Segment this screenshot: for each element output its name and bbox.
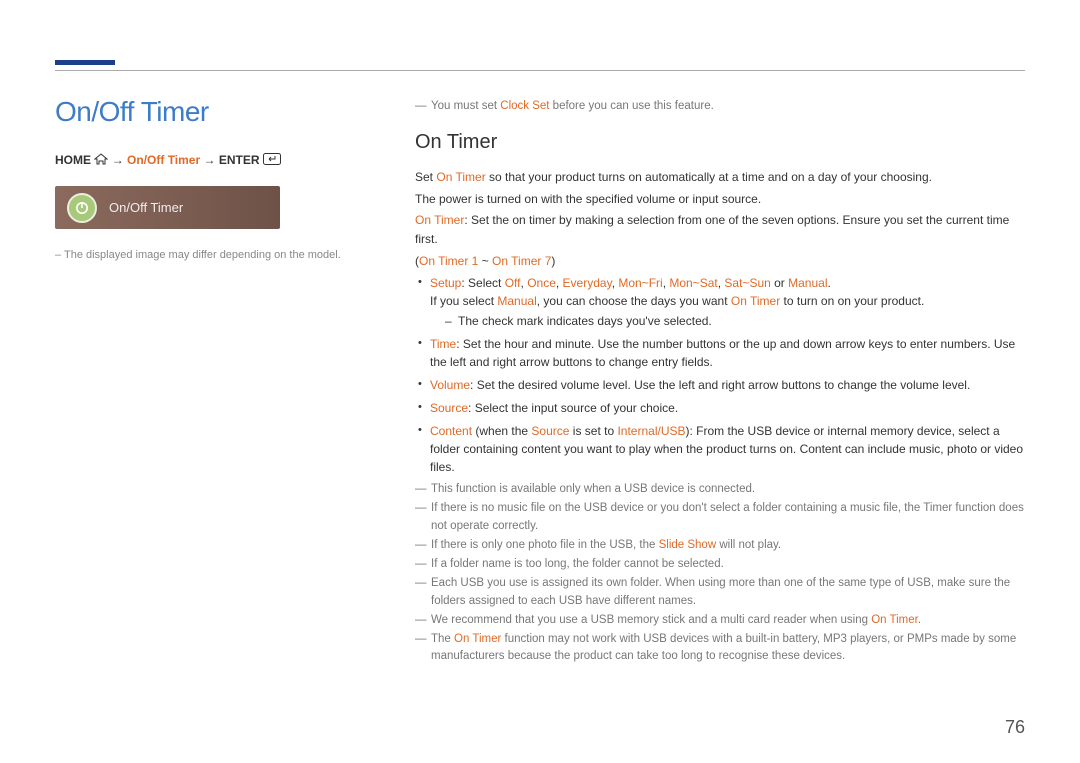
volume-label: Volume: [430, 378, 470, 392]
nav-arrow-1: →: [112, 153, 124, 167]
p3-post: : Set the on timer by making a selection…: [415, 213, 1009, 246]
content-hl2: Internal/USB: [617, 424, 685, 438]
setup-dot: .: [828, 276, 831, 290]
n3-post: will not play.: [716, 539, 781, 551]
note-4: ―If a folder name is too long, the folde…: [415, 556, 1025, 573]
options-list: Setup: Select Off, Once, Everyday, Mon~F…: [415, 274, 1025, 476]
para-3: On Timer: Set the on timer by making a s…: [415, 211, 1025, 248]
range-hl2: On Timer 7: [492, 254, 551, 268]
content-pre: (when the: [472, 424, 531, 438]
setup-manual: Manual: [788, 276, 827, 290]
note-3: ―If there is only one photo file in the …: [415, 537, 1025, 554]
setup-sub1-text: The check mark indicates days you've sel…: [458, 312, 712, 330]
n3-hl: Slide Show: [659, 539, 717, 551]
menu-item-label: On/Off Timer: [109, 200, 183, 215]
nav-home-label: HOME: [55, 153, 91, 167]
time-text: : Set the hour and minute. Use the numbe…: [430, 337, 1015, 369]
setup-l2-post: to turn on on your product.: [780, 294, 924, 308]
setup-once: Once: [527, 276, 556, 290]
bullet-time: Time: Set the hour and minute. Use the n…: [415, 335, 1025, 371]
timer-range: (On Timer 1 ~ On Timer 7): [415, 252, 1025, 271]
n3-pre: If there is only one photo file in the U…: [431, 539, 659, 551]
preface-pre: You must set: [431, 100, 500, 112]
n6-pre: We recommend that you use a USB memory s…: [431, 614, 871, 626]
bullet-setup: Setup: Select Off, Once, Everyday, Mon~F…: [415, 274, 1025, 330]
image-disclaimer: The displayed image may differ depending…: [55, 249, 375, 261]
content-label: Content: [430, 424, 472, 438]
p1-post: so that your product turns on automatica…: [486, 170, 932, 184]
note-1-text: This function is available only when a U…: [431, 481, 755, 498]
setup-sep: : Select: [461, 276, 504, 290]
preface-note: ― You must set Clock Set before you can …: [415, 98, 1025, 115]
setup-off: Off: [505, 276, 521, 290]
range-close: ): [551, 254, 555, 268]
note-2: ―If there is no music file on the USB de…: [415, 500, 1025, 535]
content-hl1: Source: [531, 424, 569, 438]
note-5: ―Each USB you use is assigned its own fo…: [415, 575, 1025, 610]
range-tilde: ~: [478, 254, 492, 268]
n7-post: function may not work with USB devices w…: [431, 633, 1016, 662]
setup-l2-hl2: On Timer: [731, 294, 780, 308]
n7-hl: On Timer: [454, 633, 501, 645]
setup-l2-mid: , you can choose the days you want: [537, 294, 731, 308]
note-4-text: If a folder name is too long, the folder…: [431, 556, 724, 573]
time-label: Time: [430, 337, 456, 351]
setup-monfri: Mon~Fri: [618, 276, 662, 290]
range-hl1: On Timer 1: [419, 254, 478, 268]
setup-subdash: –The check mark indicates days you've se…: [430, 312, 1025, 330]
right-column: ― You must set Clock Set before you can …: [415, 96, 1025, 668]
preface-post: before you can use this feature.: [549, 100, 713, 112]
subsection-title: On Timer: [415, 127, 1025, 158]
n6-post: .: [918, 614, 921, 626]
setup-l2-pre: If you select: [430, 294, 497, 308]
content-mid: is set to: [569, 424, 617, 438]
note-2-text: If there is no music file on the USB dev…: [431, 500, 1025, 535]
setup-label: Setup: [430, 276, 461, 290]
c2: ,: [556, 276, 563, 290]
page-number: 76: [1005, 717, 1025, 738]
breadcrumb: HOME → On/Off Timer → ENTER: [55, 153, 375, 168]
bullet-volume: Volume: Set the desired volume level. Us…: [415, 376, 1025, 394]
header-rule: [55, 70, 1025, 71]
para-1: Set On Timer so that your product turns …: [415, 168, 1025, 187]
nav-enter-label: ENTER: [219, 153, 260, 167]
home-icon: [94, 153, 108, 168]
preface-hl: Clock Set: [500, 100, 549, 112]
header-accent: [55, 60, 115, 65]
timer-power-icon: [67, 193, 97, 223]
p1-pre: Set: [415, 170, 436, 184]
p1-hl: On Timer: [436, 170, 485, 184]
source-label: Source: [430, 401, 468, 415]
setup-or: or: [771, 276, 788, 290]
volume-text: : Set the desired volume level. Use the …: [470, 378, 970, 392]
left-column: On/Off Timer HOME → On/Off Timer → ENTER…: [55, 96, 415, 668]
menu-screenshot: On/Off Timer: [55, 186, 280, 229]
bullet-content: Content (when the Source is set to Inter…: [415, 422, 1025, 476]
note-6: ―We recommend that you use a USB memory …: [415, 612, 1025, 629]
setup-monsat: Mon~Sat: [669, 276, 717, 290]
n7-pre: The: [431, 633, 454, 645]
page-title: On/Off Timer: [55, 96, 375, 128]
enter-icon: [263, 153, 281, 168]
source-text: : Select the input source of your choice…: [468, 401, 678, 415]
setup-everyday: Everyday: [563, 276, 612, 290]
nav-arrow-2: →: [204, 153, 216, 167]
para-2: The power is turned on with the specifie…: [415, 190, 1025, 209]
note-7: ―The On Timer function may not work with…: [415, 631, 1025, 666]
setup-satsun: Sat~Sun: [724, 276, 770, 290]
bullet-source: Source: Select the input source of your …: [415, 399, 1025, 417]
p3-hl: On Timer: [415, 213, 464, 227]
note-5-text: Each USB you use is assigned its own fol…: [431, 575, 1025, 610]
n6-hl: On Timer: [871, 614, 918, 626]
setup-l2-hl1: Manual: [497, 294, 536, 308]
nav-item-onoff: On/Off Timer: [127, 153, 200, 167]
note-1: ―This function is available only when a …: [415, 481, 1025, 498]
